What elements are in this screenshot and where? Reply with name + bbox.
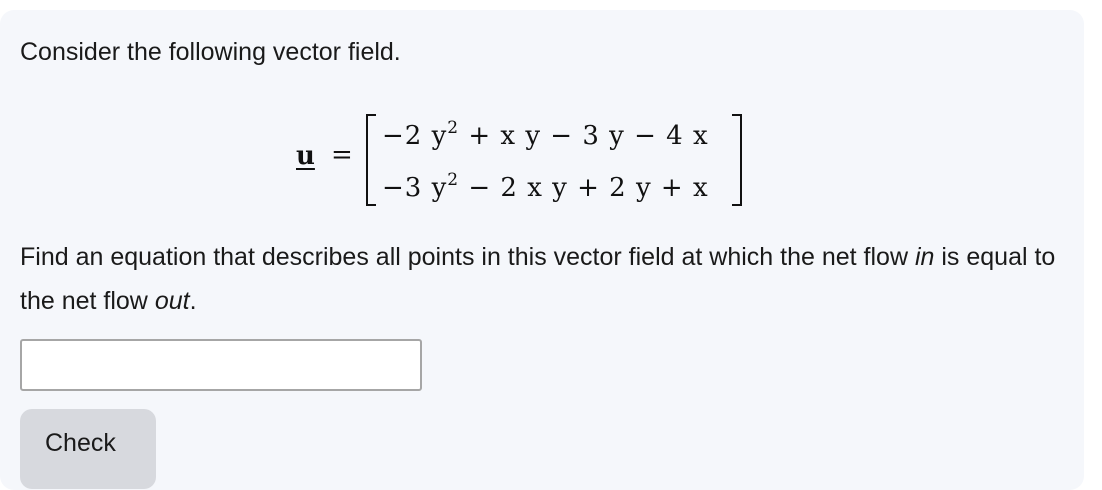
in-emphasis: in xyxy=(914,243,935,271)
vector-field-equation: u = −2 y2 + x y − 3 y − 4 x −3 y2 − 2 x … xyxy=(296,110,766,206)
question-text: Find an equation that describes all poin… xyxy=(20,243,1056,315)
check-button[interactable]: Check xyxy=(20,409,156,489)
equals-sign: = xyxy=(331,140,353,170)
left-bracket xyxy=(366,114,376,206)
prompt-text: Consider the following vector field. xyxy=(20,38,401,66)
vector-component-2: −3 y2 − 2 x y + 2 y + x xyxy=(382,170,709,203)
vector-component-1: −2 y2 + x y − 3 y − 4 x xyxy=(382,118,709,151)
vector-label: u xyxy=(296,141,315,171)
out-emphasis: out xyxy=(154,287,190,315)
right-bracket xyxy=(732,114,742,206)
answer-input[interactable] xyxy=(20,339,422,391)
